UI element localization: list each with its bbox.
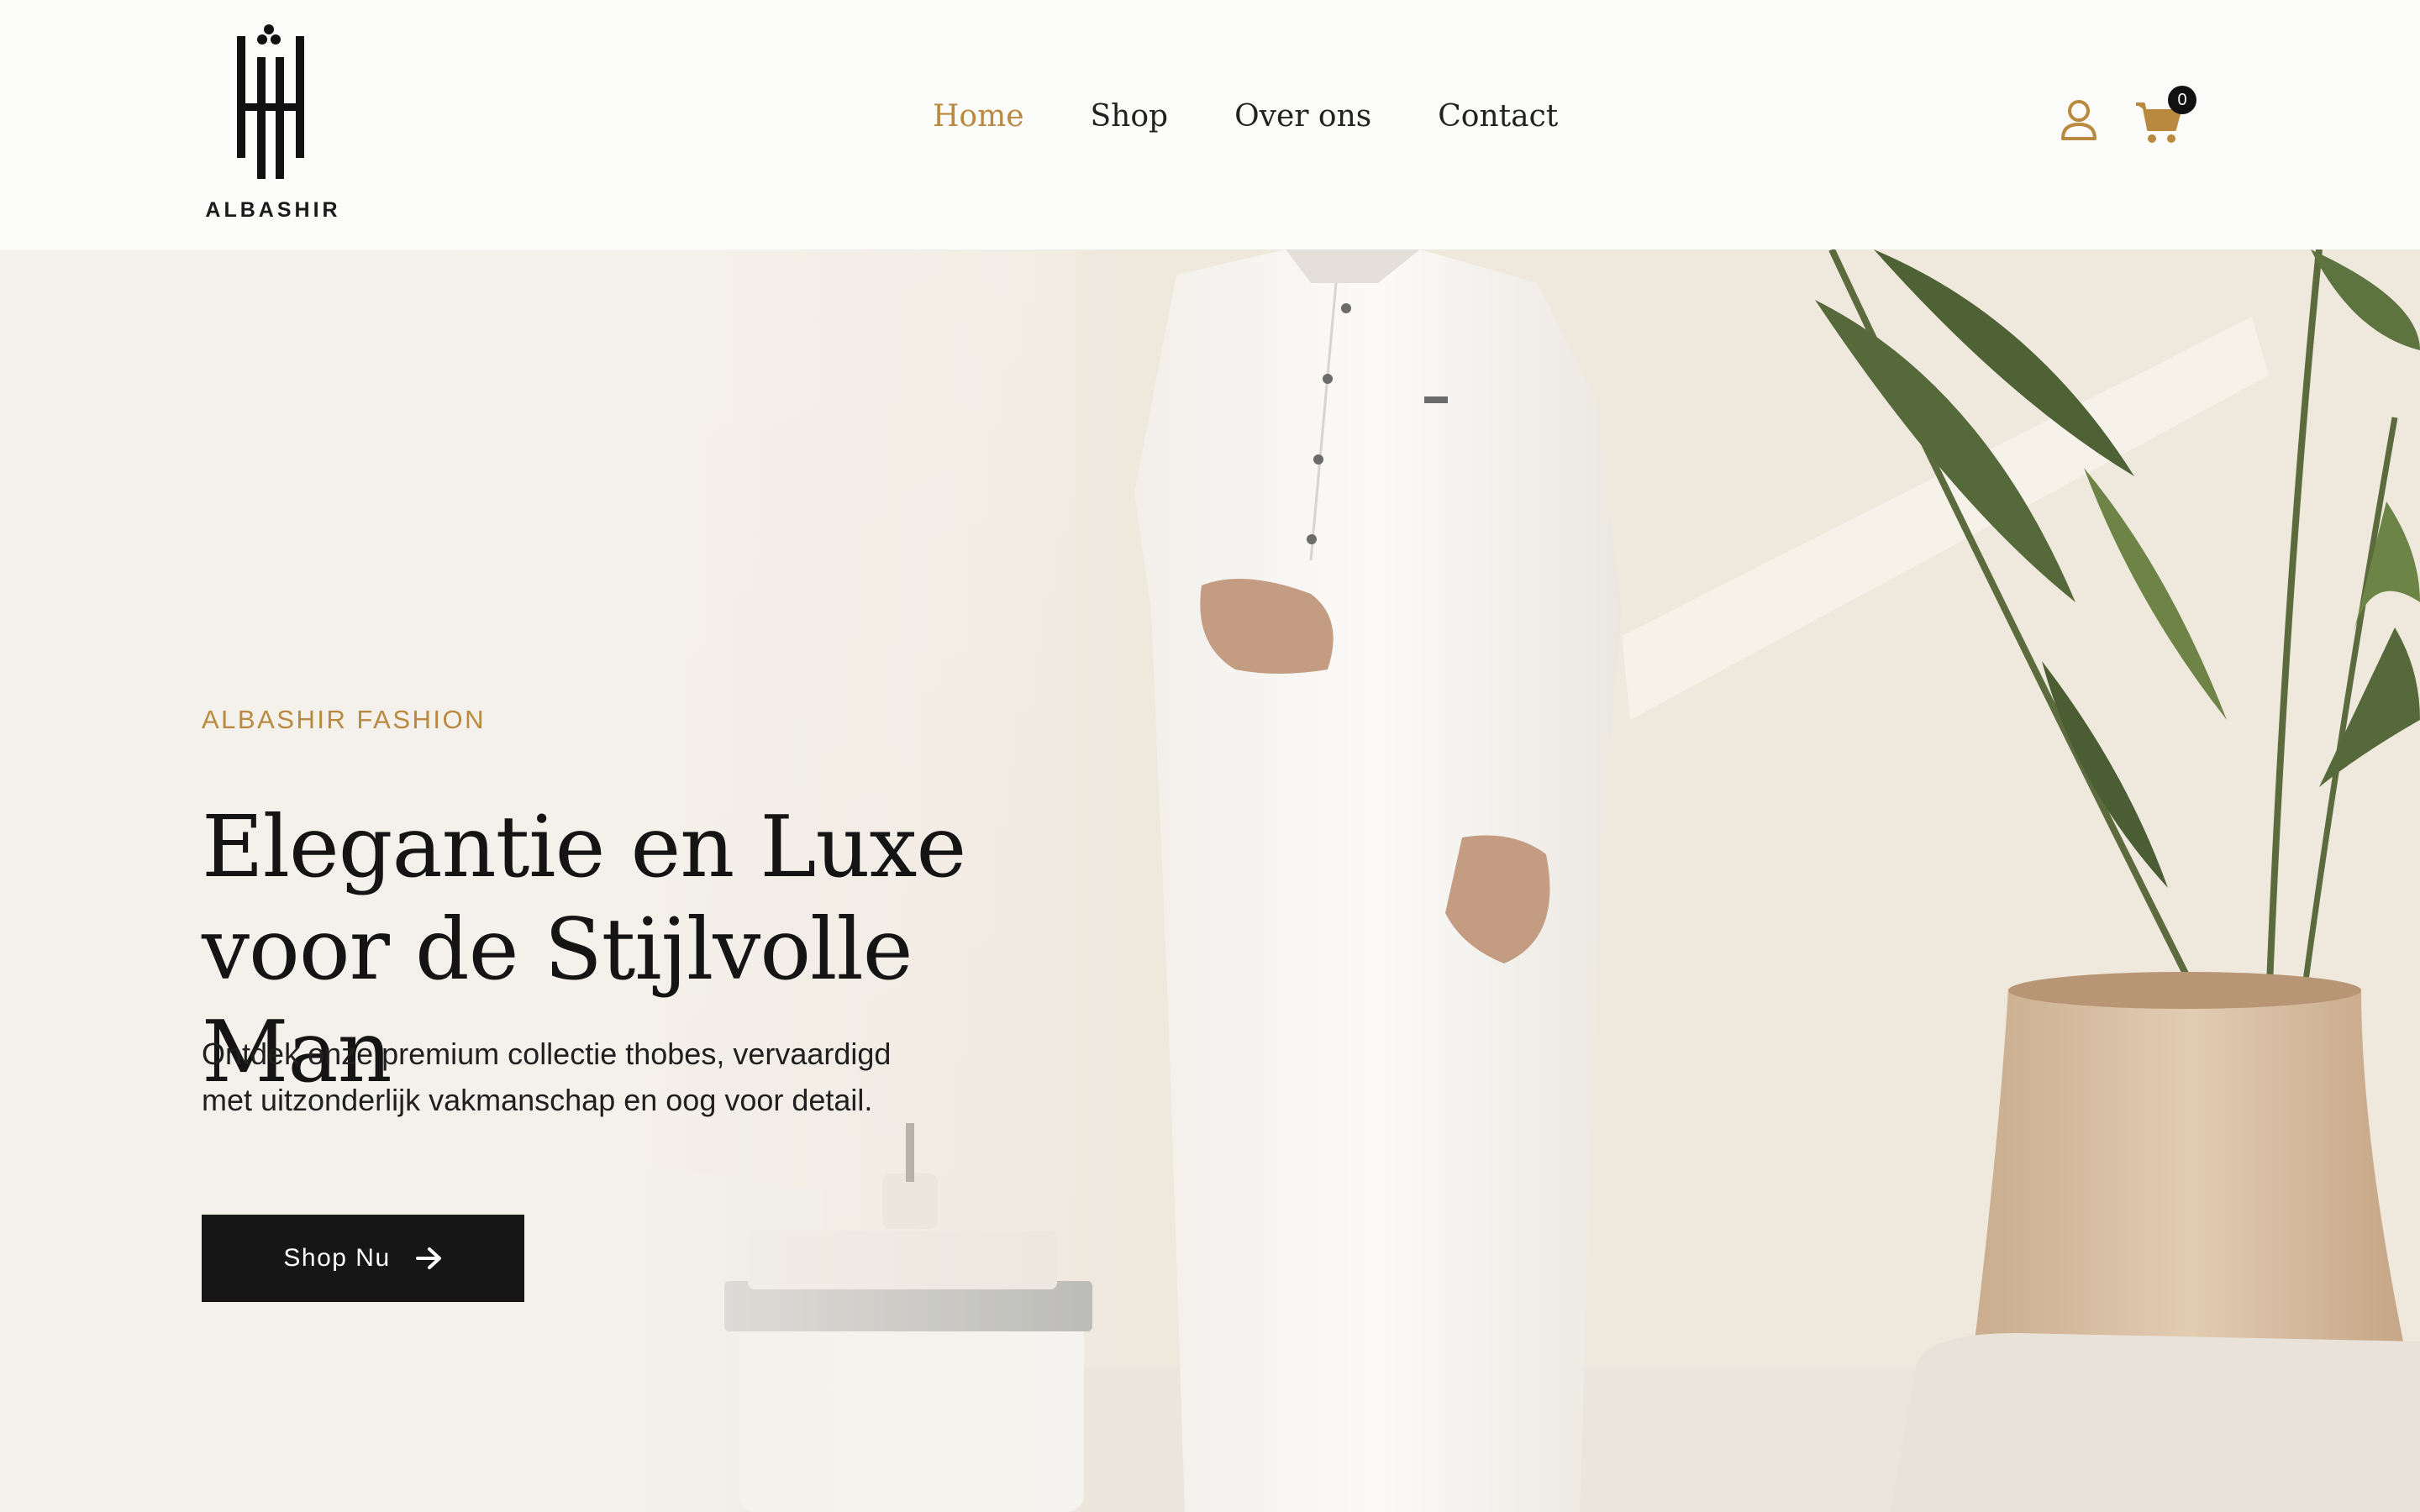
shop-now-button[interactable]: Shop Nu <box>202 1215 524 1302</box>
main-nav: Home Shop Over ons Contact <box>933 99 1558 134</box>
nav-item-home[interactable]: Home <box>933 99 1024 134</box>
user-icon[interactable] <box>2060 99 2097 141</box>
hero-eyebrow: ALBASHIR FASHION <box>202 705 487 734</box>
logo-mark-icon <box>237 24 304 179</box>
hero-section: ALBASHIR FASHION Elegantie en Luxe voor … <box>0 249 2420 1512</box>
nav-item-over-ons[interactable]: Over ons <box>1234 99 1371 134</box>
arrow-right-icon <box>415 1247 441 1269</box>
nav-item-contact[interactable]: Contact <box>1438 99 1558 134</box>
nav-item-shop[interactable]: Shop <box>1091 99 1169 134</box>
site-header: ALBASHIR Home Shop Over ons Contact 0 <box>0 0 2420 249</box>
hero-subtext-line-2: met uitzonderlijk vakmanschap en oog voo… <box>202 1083 873 1117</box>
hero-subtext: Ontdek onze premium collectie thobes, ve… <box>202 1031 958 1123</box>
hero-subtext-line-1: Ontdek onze premium collectie thobes, ve… <box>202 1037 892 1071</box>
hero-headline-line-1: Elegantie en Luxe <box>202 797 966 896</box>
brand-name: ALBASHIR <box>205 198 341 222</box>
cart-count-badge: 0 <box>2168 86 2196 114</box>
shop-now-label: Shop Nu <box>283 1244 391 1272</box>
brand-logo[interactable]: ALBASHIR <box>202 24 345 225</box>
